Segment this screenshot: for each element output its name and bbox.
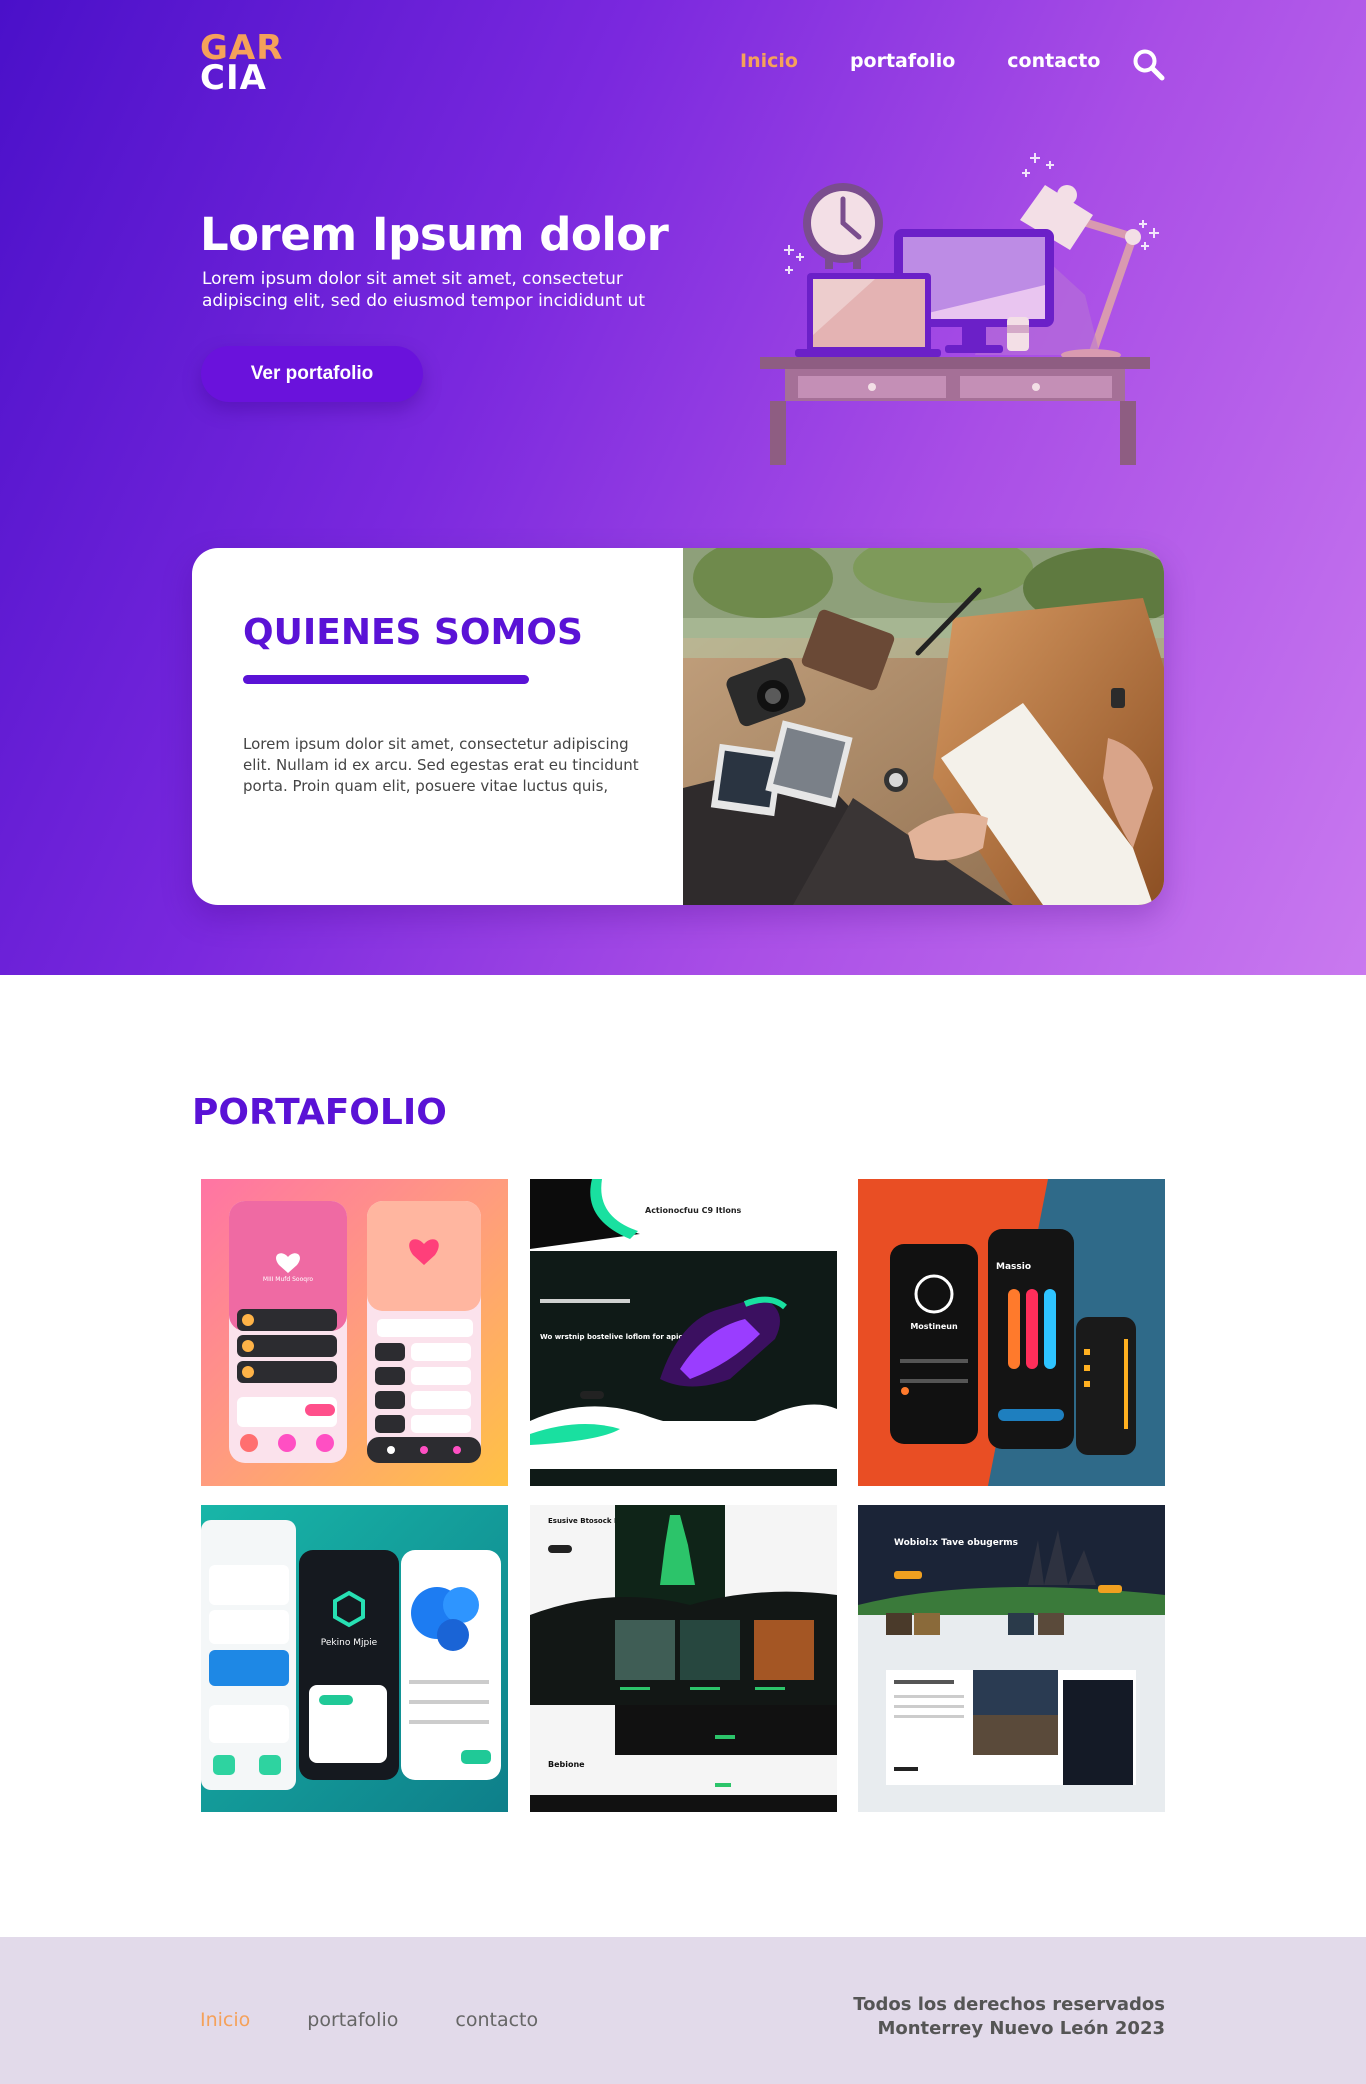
logo[interactable]: GAR CIA [200, 31, 290, 95]
thumb-caption: Ghafy [415, 1578, 445, 1588]
portfolio-title: PORTAFOLIO [192, 1092, 447, 1133]
portfolio-item[interactable]: Esusive Btosock Eour Bebione [530, 1505, 837, 1812]
thumb-caption: Pekino Mjpie [321, 1638, 378, 1648]
copyright: Todos los derechos reservados Monterrey … [853, 1993, 1165, 2041]
footer: Inicio portafolio contacto Todos los der… [0, 1937, 1366, 2084]
footer-nav-contacto[interactable]: contacto [455, 2009, 538, 2031]
thumb-caption: Wobiol:x Tave obugerms [894, 1538, 1018, 1548]
main-nav: Inicio portafolio contacto [740, 50, 1152, 72]
nav-item-portafolio[interactable]: portafolio [850, 50, 955, 72]
about-text: Lorem ipsum dolor sit amet, consectetur … [243, 735, 639, 795]
portfolio-item[interactable]: MIII Mufd Sooqro [201, 1179, 508, 1486]
portfolio-item[interactable]: Pekino Mjpie Ghafy [201, 1505, 508, 1812]
title-underline [243, 675, 529, 684]
nav-item-contacto[interactable]: contacto [1007, 50, 1100, 72]
hero-title: Lorem Ipsum dolor [200, 208, 669, 261]
copyright-line-1: Todos los derechos reservados [853, 1994, 1165, 2015]
portfolio-item[interactable]: Mostineun Massio [858, 1179, 1165, 1486]
nav-item-inicio[interactable]: Inicio [740, 50, 798, 72]
about-card: QUIENES SOMOS Lorem ipsum dolor sit amet… [192, 548, 1164, 905]
search-icon[interactable] [1132, 48, 1166, 82]
footer-nav: Inicio portafolio contacto [200, 2009, 595, 2031]
footer-nav-inicio[interactable]: Inicio [200, 2009, 250, 2031]
thumb-caption: Actionocfuu C9 Itlons [645, 1206, 742, 1215]
thumb-caption: Bebione [548, 1760, 585, 1769]
thumb-caption: MIII Mufd Sooqro [263, 1276, 313, 1283]
portfolio-item[interactable]: Actionocfuu C9 Itlons Wo wrstnip bosteli… [530, 1179, 837, 1486]
thumb-caption: Massio [996, 1262, 1031, 1272]
copyright-line-2: Monterrey Nuevo León 2023 [877, 2018, 1165, 2039]
thumb-caption: Mostineun [910, 1322, 958, 1331]
footer-nav-portafolio[interactable]: portafolio [307, 2009, 398, 2031]
about-title: QUIENES SOMOS [243, 612, 583, 653]
ver-portafolio-button[interactable]: Ver portafolio [201, 346, 423, 402]
hero-section: GAR CIA Inicio portafolio contacto Lorem… [0, 0, 1366, 975]
hero-subtitle: Lorem ipsum dolor sit amet sit amet, con… [202, 269, 645, 311]
about-photo [683, 548, 1164, 905]
portfolio-item[interactable]: Wobiol:x Tave obugerms [858, 1505, 1165, 1812]
desk-illustration [760, 153, 1159, 465]
